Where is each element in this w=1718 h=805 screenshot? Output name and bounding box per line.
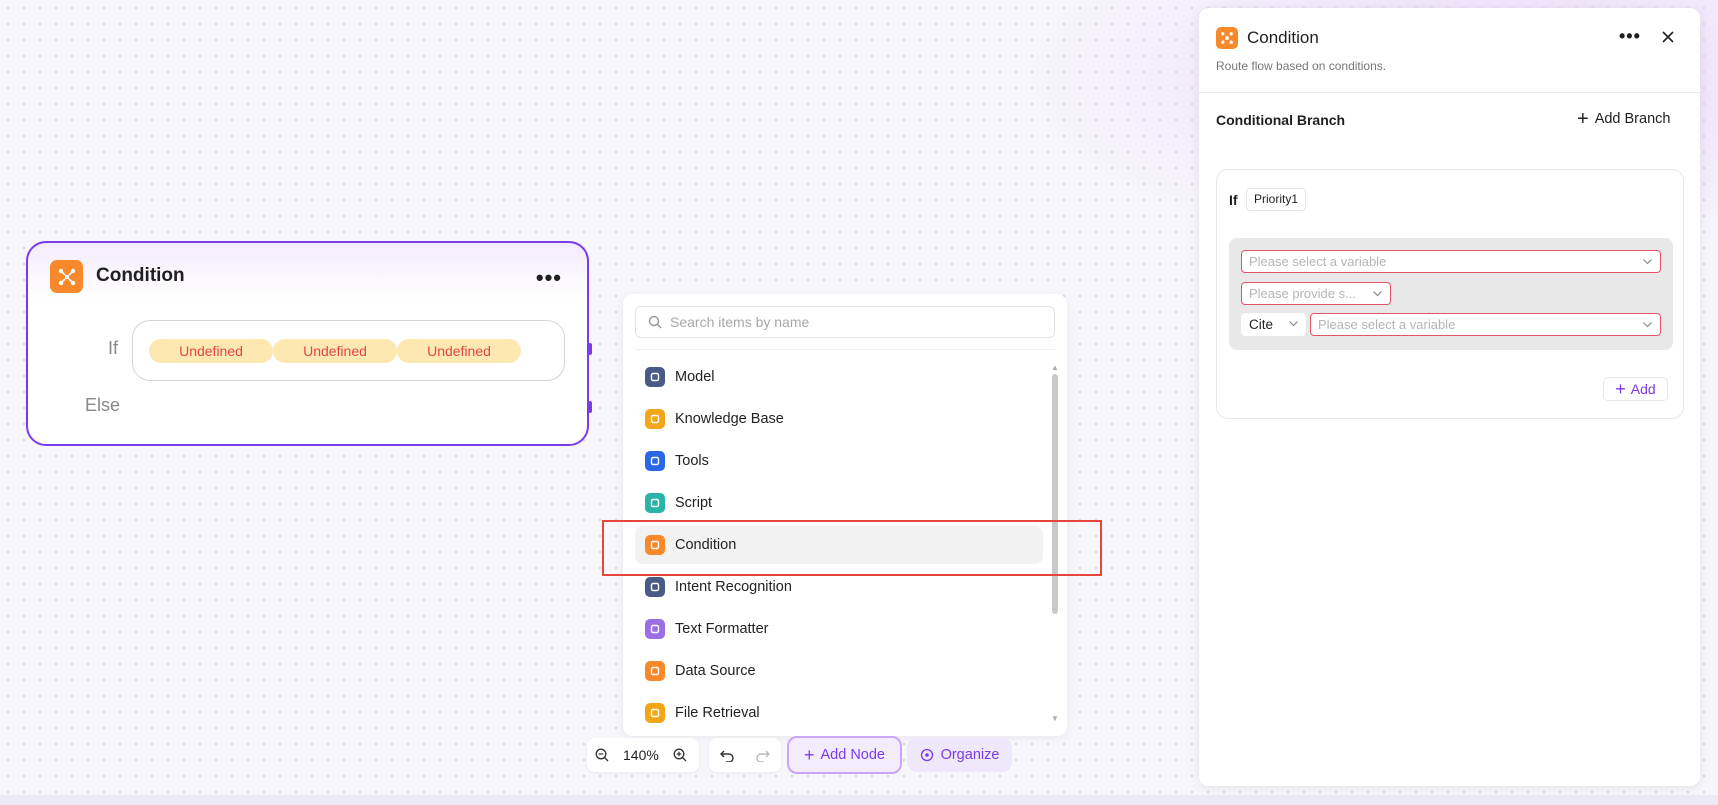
- intent-recognition-icon: [645, 577, 665, 597]
- chevron-down-icon: [1643, 322, 1652, 328]
- search-box[interactable]: [635, 306, 1055, 338]
- scroll-thumb[interactable]: [1052, 374, 1058, 614]
- script-icon: [645, 493, 665, 513]
- node-type-item[interactable]: Intent Recognition: [635, 568, 1043, 606]
- value-placeholder: Please select a variable: [1318, 317, 1456, 332]
- redo-button[interactable]: [745, 738, 781, 772]
- add-condition-label: Add: [1630, 381, 1656, 397]
- data-source-icon: [645, 661, 665, 681]
- panel-title: Condition: [1247, 28, 1319, 47]
- node-type-label: Script: [675, 495, 713, 511]
- scrollbar[interactable]: ▲ ▼: [1051, 364, 1059, 723]
- variable-placeholder: Please select a variable: [1249, 254, 1387, 269]
- condition-icon: [645, 535, 665, 555]
- organize-button[interactable]: Organize: [907, 738, 1012, 772]
- node-type-item[interactable]: Model: [635, 358, 1043, 396]
- more-icon[interactable]: •••: [1619, 26, 1641, 47]
- node-type-item[interactable]: Knowledge Base: [635, 400, 1043, 438]
- file-retrieval-icon: [645, 703, 665, 723]
- cite-select[interactable]: Cite: [1241, 313, 1306, 336]
- node-title: Condition: [96, 265, 185, 286]
- scroll-down-arrow-icon[interactable]: ▼: [1051, 715, 1059, 723]
- rule-box: Please select a variable Please provide …: [1229, 238, 1673, 350]
- chevron-down-icon: [1373, 291, 1382, 297]
- undo-button[interactable]: [709, 738, 745, 772]
- add-node-button[interactable]: + Add Node: [787, 736, 902, 774]
- operator-select[interactable]: Please provide s...: [1241, 282, 1391, 305]
- priority-tag: Priority1: [1246, 188, 1307, 211]
- organize-label: Organize: [940, 747, 1000, 763]
- add-branch-button[interactable]: + Add Branch: [1577, 108, 1671, 130]
- chevron-down-icon: [1289, 321, 1298, 327]
- node-type-item[interactable]: Text Formatter: [635, 610, 1043, 648]
- operator-placeholder: Please provide s...: [1249, 286, 1356, 301]
- condition-icon: [1216, 27, 1238, 49]
- add-node-label: Add Node: [820, 747, 886, 763]
- zoom-in-icon: [673, 748, 687, 762]
- branch-card: If Priority1 Please select a variable Pl…: [1216, 169, 1684, 419]
- plus-icon: +: [803, 745, 815, 765]
- cite-label: Cite: [1249, 317, 1274, 332]
- node-picker: Model Knowledge Base Tools Script Condition I…: [623, 294, 1067, 736]
- node-else-label: Else: [85, 395, 121, 415]
- zoom-in-button[interactable]: [665, 738, 695, 772]
- node-type-label: File Retrieval: [675, 705, 760, 721]
- add-condition-button[interactable]: + Add: [1603, 377, 1668, 401]
- zoom-out-button[interactable]: [587, 738, 617, 772]
- history-controls: [709, 738, 781, 772]
- node-type-label: Model: [675, 369, 715, 385]
- if-output-handle[interactable]: [588, 343, 592, 355]
- section-title: Conditional Branch: [1216, 112, 1346, 128]
- zoom-controls: 140%: [587, 738, 699, 772]
- properties-panel: Condition Route flow based on conditions…: [1199, 8, 1700, 786]
- else-output-handle[interactable]: [588, 401, 592, 413]
- panel-subtitle: Route flow based on conditions.: [1216, 59, 1387, 73]
- condition-pill: Undefined: [273, 339, 397, 363]
- chevron-down-icon: [1643, 259, 1652, 265]
- node-type-item[interactable]: File Retrieval: [635, 694, 1043, 732]
- text-formatter-icon: [645, 619, 665, 639]
- divider: [635, 349, 1055, 350]
- node-type-item[interactable]: Condition: [635, 526, 1043, 564]
- more-icon[interactable]: •••: [536, 265, 562, 291]
- zoom-out-icon: [595, 748, 609, 762]
- condition-pill: Undefined: [397, 339, 521, 363]
- undo-icon: [720, 750, 734, 762]
- node-if-label: If: [108, 338, 119, 358]
- scroll-up-arrow-icon[interactable]: ▲: [1051, 364, 1059, 372]
- knowledge-base-icon: [645, 409, 665, 429]
- plus-icon: +: [1615, 379, 1626, 399]
- node-type-label: Knowledge Base: [675, 411, 784, 427]
- close-icon[interactable]: [1659, 28, 1677, 46]
- divider: [1199, 92, 1700, 93]
- condition-pill: Undefined: [149, 339, 273, 363]
- branch-if-label: If: [1229, 192, 1238, 208]
- model-icon: [645, 367, 665, 387]
- node-type-label: Condition: [675, 537, 737, 553]
- plus-icon: +: [1577, 108, 1589, 130]
- condition-node[interactable]: Condition ••• If Undefined Undefined Und…: [26, 241, 592, 446]
- node-condition-box[interactable]: Undefined Undefined Undefined: [132, 320, 565, 381]
- organize-icon: [920, 748, 933, 762]
- node-type-label: Text Formatter: [675, 621, 769, 637]
- search-input[interactable]: [670, 314, 1050, 330]
- search-icon: [648, 315, 662, 329]
- node-type-label: Data Source: [675, 663, 756, 679]
- node-type-label: Intent Recognition: [675, 579, 792, 595]
- add-branch-label: Add Branch: [1594, 111, 1671, 127]
- variable-select[interactable]: Please select a variable: [1241, 250, 1661, 273]
- condition-icon: [50, 260, 83, 293]
- zoom-level: 140%: [623, 747, 659, 763]
- redo-icon: [756, 750, 770, 762]
- node-type-item[interactable]: Script: [635, 484, 1043, 522]
- node-type-label: Tools: [675, 453, 709, 469]
- tools-icon: [645, 451, 665, 471]
- node-type-item[interactable]: Tools: [635, 442, 1043, 480]
- value-select[interactable]: Please select a variable: [1310, 313, 1661, 336]
- node-type-item[interactable]: Data Source: [635, 652, 1043, 690]
